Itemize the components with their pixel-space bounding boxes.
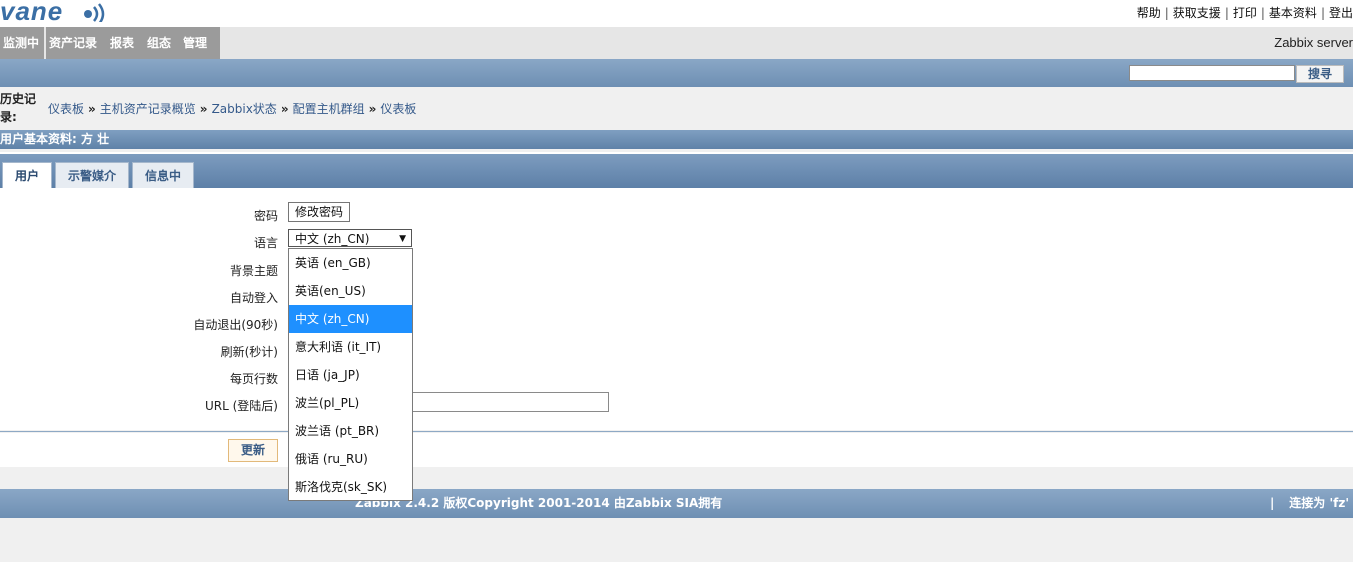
logout-link[interactable]: 登出	[1329, 6, 1353, 20]
change-password-button[interactable]: 修改密码	[288, 202, 350, 222]
tab-media[interactable]: 示警媒介	[55, 162, 129, 189]
breadcrumb-separator: »	[368, 102, 377, 116]
language-option[interactable]: 意大利语 (it_IT)	[289, 333, 412, 361]
history-label-line1: 历史记	[0, 92, 37, 106]
theme-label: 背景主题	[229, 264, 278, 278]
wifi-waves-icon	[84, 3, 105, 22]
url-label: URL (登陆后)	[205, 399, 278, 413]
language-option[interactable]: 波兰(pl_PL)	[289, 389, 412, 417]
autologout-label: 自动退出(90秒)	[193, 318, 278, 332]
breadcrumb-item[interactable]: Zabbix状态	[212, 102, 277, 116]
top-bar: vane 帮助 | 获取支援 | 打印 | 基本资料 | 登出	[0, 0, 1353, 27]
logo: vane	[0, 0, 64, 26]
main-nav: 监测中 资产记录 报表 组态 管理 Zabbix server	[0, 27, 1353, 60]
help-link[interactable]: 帮助	[1137, 6, 1161, 20]
breadcrumb-item[interactable]: 主机资产记录概览	[100, 102, 196, 116]
url-input[interactable]	[412, 392, 609, 412]
update-button[interactable]: 更新	[228, 439, 278, 462]
language-dropdown-list: 英语 (en_GB) 英语(en_US) 中文 (zh_CN) 意大利语 (it…	[288, 248, 413, 501]
nav-reports[interactable]: 报表	[107, 27, 145, 59]
language-option[interactable]: 英语(en_US)	[289, 277, 412, 305]
breadcrumb-separator: »	[199, 102, 208, 116]
breadcrumb-item[interactable]: 仪表板	[380, 102, 416, 116]
language-label: 语言	[253, 236, 278, 250]
top-links: 帮助 | 获取支援 | 打印 | 基本资料 | 登出	[1136, 6, 1353, 20]
chevron-down-icon: ▼	[399, 234, 406, 244]
breadcrumb-separator: »	[280, 102, 289, 116]
nav-inventory[interactable]: 资产记录	[46, 27, 108, 59]
history-bar: 历史记 录: 仪表板» 主机资产记录概览» Zabbix状态» 配置主机群组» 仪表板	[0, 88, 1353, 130]
breadcrumb-separator: »	[88, 102, 96, 116]
autologin-label: 自动登入	[229, 291, 278, 305]
user-profile-form	[0, 188, 1353, 430]
nav-configuration[interactable]: 组态	[144, 27, 182, 59]
connected-as-text: 连接为 'fz'	[1289, 496, 1349, 510]
breadcrumb-item[interactable]: 仪表板	[48, 102, 84, 116]
language-option-selected[interactable]: 中文 (zh_CN)	[289, 305, 412, 333]
profile-link[interactable]: 基本资料	[1269, 6, 1317, 20]
rows-per-page-label: 每页行数	[229, 372, 278, 386]
footer: Zabbix 2.4.2 版权Copyright 2001-2014 由Zabb…	[0, 489, 1353, 518]
tab-messaging[interactable]: 信息中	[132, 162, 194, 189]
footer-separator: |	[1270, 496, 1275, 510]
print-link[interactable]: 打印	[1233, 6, 1257, 20]
tabs-bar: 用户 示警媒介 信息中	[0, 152, 1353, 190]
language-option[interactable]: 俄语 (ru_RU)	[289, 445, 412, 473]
language-option[interactable]: 波兰语 (pt_BR)	[289, 417, 412, 445]
breadcrumb-item[interactable]: 配置主机群组	[293, 102, 365, 116]
tab-user[interactable]: 用户	[2, 162, 52, 189]
breadcrumb: 仪表板» 主机资产记录概览» Zabbix状态» 配置主机群组» 仪表板	[48, 100, 416, 117]
server-name: Zabbix server	[1274, 35, 1353, 50]
language-select-value: 中文 (zh_CN)	[295, 232, 370, 246]
divider	[0, 431, 1353, 432]
history-label: 历史记 录:	[0, 90, 38, 126]
search-input[interactable]	[1129, 65, 1295, 81]
search-button[interactable]: 搜寻	[1296, 65, 1344, 83]
language-select[interactable]: 中文 (zh_CN) ▼	[288, 229, 412, 247]
page-title: 用户基本资料: 方 壮	[0, 130, 1353, 149]
refresh-label: 刷新(秒计)	[220, 345, 278, 359]
get-support-link[interactable]: 获取支援	[1173, 6, 1221, 20]
password-label: 密码	[253, 209, 278, 223]
nav-administration[interactable]: 管理	[180, 27, 220, 59]
language-option[interactable]: 英语 (en_GB)	[289, 249, 412, 277]
language-option[interactable]: 日语 (ja_JP)	[289, 361, 412, 389]
nav-monitoring[interactable]: 监测中	[0, 27, 44, 59]
history-label-line2: 录:	[0, 110, 17, 124]
language-option[interactable]: 斯洛伐克(sk_SK)	[289, 473, 412, 501]
update-bar	[0, 433, 1353, 467]
